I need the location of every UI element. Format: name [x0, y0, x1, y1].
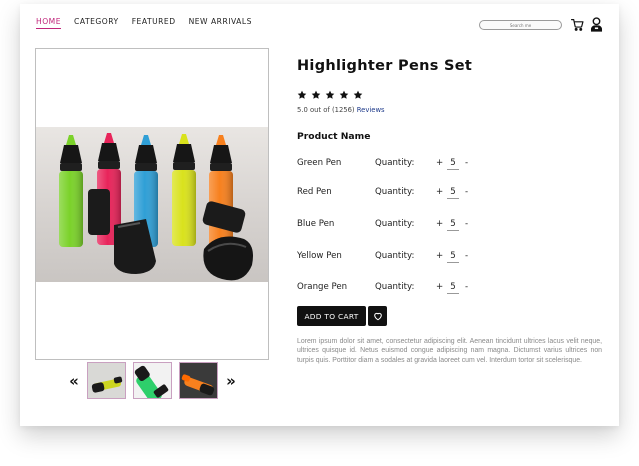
- product-photo: [36, 127, 268, 282]
- chevron-double-left-icon[interactable]: «: [68, 372, 80, 390]
- cart-icon[interactable]: [571, 18, 584, 31]
- product-name: Orange Pen: [297, 282, 348, 292]
- nav-new-arrivals[interactable]: NEW ARRIVALS: [189, 17, 252, 29]
- quantity-label: Quantity:: [375, 282, 415, 292]
- wishlist-button[interactable]: [368, 306, 387, 326]
- user-icon[interactable]: [590, 17, 603, 32]
- star-icon: [353, 90, 363, 99]
- star-icon: [311, 90, 321, 99]
- product-row-orange: Orange Pen Quantity: + 5 -: [297, 282, 497, 296]
- product-name-heading: Product Name: [297, 131, 371, 142]
- quantity-label: Quantity:: [375, 187, 415, 197]
- quantity-label: Quantity:: [375, 251, 415, 261]
- add-to-cart-button[interactable]: ADD TO CART: [297, 306, 366, 326]
- product-row-green: Green Pen Quantity: + 5 -: [297, 158, 497, 172]
- thumbnail-1[interactable]: [87, 362, 126, 399]
- search-input[interactable]: [479, 20, 562, 30]
- star-rating: [297, 90, 363, 100]
- product-description: Lorem ipsum dolor sit amet, consectetur …: [297, 338, 602, 364]
- quantity-decrease-button[interactable]: -: [465, 187, 468, 197]
- chevron-double-right-icon[interactable]: »: [225, 372, 237, 390]
- product-name: Blue Pen: [297, 219, 335, 229]
- product-name: Yellow Pen: [297, 251, 342, 261]
- product-card: HOME CATEGORY FEATURED NEW ARRIVALS Sear…: [20, 4, 619, 426]
- reviews-link[interactable]: Reviews: [357, 106, 385, 114]
- quantity-increase-button[interactable]: +: [436, 187, 443, 197]
- quantity-decrease-button[interactable]: -: [465, 158, 468, 168]
- quantity-label: Quantity:: [375, 219, 415, 229]
- rating-text: 5.0 out of (1256): [297, 106, 355, 114]
- product-row-yellow: Yellow Pen Quantity: + 5 -: [297, 251, 497, 265]
- quantity-field[interactable]: 5: [447, 187, 459, 199]
- product-image-frame: [35, 48, 269, 360]
- star-icon: [297, 90, 307, 99]
- quantity-decrease-button[interactable]: -: [465, 219, 468, 229]
- quantity-increase-button[interactable]: +: [436, 219, 443, 229]
- quantity-increase-button[interactable]: +: [436, 282, 443, 292]
- quantity-field[interactable]: 5: [447, 219, 459, 231]
- product-row-blue: Blue Pen Quantity: + 5 -: [297, 219, 497, 233]
- top-nav: HOME CATEGORY FEATURED NEW ARRIVALS: [36, 17, 252, 29]
- nav-featured[interactable]: FEATURED: [132, 17, 176, 29]
- heart-icon: [373, 312, 382, 321]
- product-name: Green Pen: [297, 158, 342, 168]
- thumbnail-2[interactable]: [133, 362, 172, 399]
- highlighter-pen: [59, 135, 83, 247]
- rating-summary: 5.0 out of (1256) Reviews: [297, 106, 385, 114]
- star-icon: [339, 90, 349, 99]
- quantity-increase-button[interactable]: +: [436, 158, 443, 168]
- thumbnail-strip: « »: [68, 362, 237, 399]
- quantity-field[interactable]: 5: [447, 251, 459, 263]
- quantity-label: Quantity:: [375, 158, 415, 168]
- highlighter-pen: [172, 134, 196, 246]
- quantity-decrease-button[interactable]: -: [465, 282, 468, 292]
- star-icon: [325, 90, 335, 99]
- quantity-field[interactable]: 5: [447, 158, 459, 170]
- product-name: Red Pen: [297, 187, 332, 197]
- product-title: Highlighter Pens Set: [297, 58, 473, 74]
- nav-category[interactable]: CATEGORY: [74, 17, 119, 29]
- quantity-decrease-button[interactable]: -: [465, 251, 468, 261]
- product-row-red: Red Pen Quantity: + 5 -: [297, 187, 497, 201]
- thumbnail-3[interactable]: [179, 362, 218, 399]
- quantity-increase-button[interactable]: +: [436, 251, 443, 261]
- quantity-field[interactable]: 5: [447, 282, 459, 294]
- nav-home[interactable]: HOME: [36, 17, 62, 29]
